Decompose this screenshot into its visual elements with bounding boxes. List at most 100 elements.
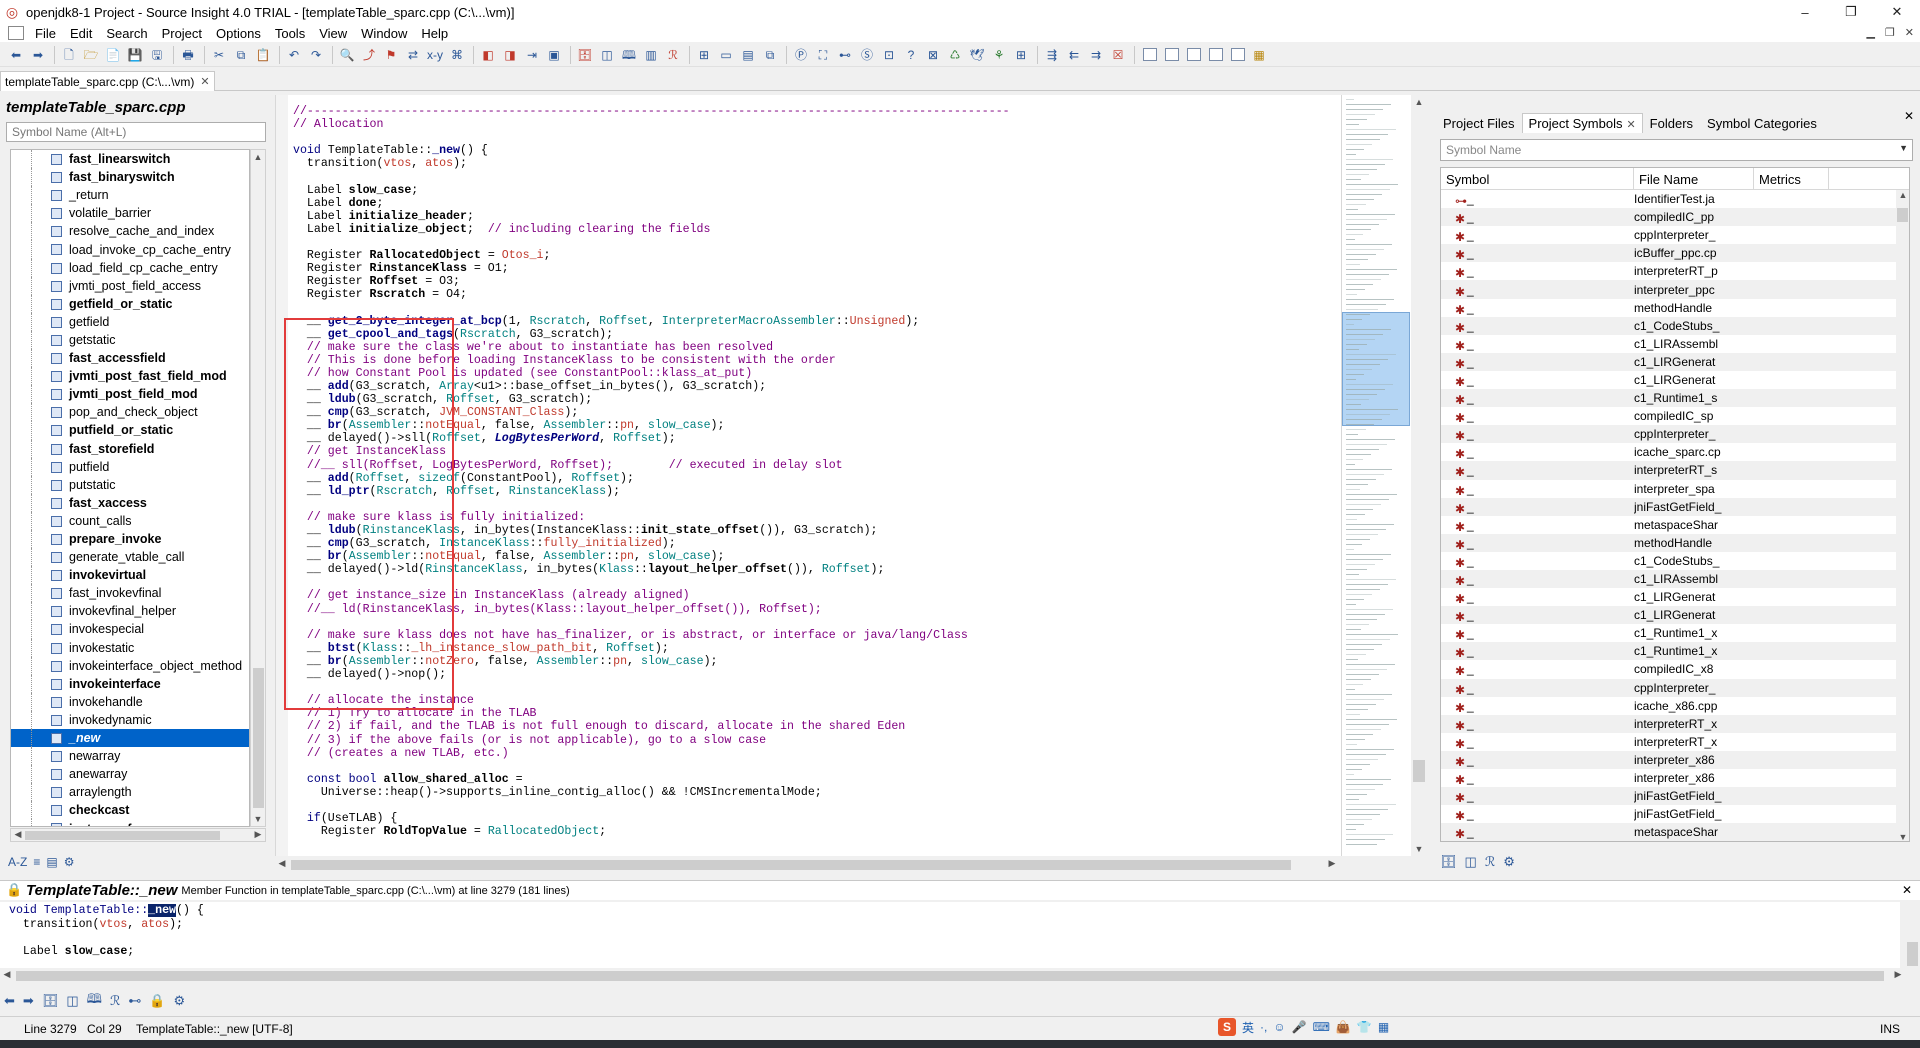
- bookmark-icon[interactable]: ⚑: [381, 46, 401, 64]
- table-row[interactable]: ✱ _ compiledIC_x8: [1441, 660, 1909, 678]
- tab-project-files[interactable]: Project Files: [1436, 113, 1522, 133]
- table-row[interactable]: ✱ _ compiledIC_pp: [1441, 208, 1909, 227]
- symbol-list-item[interactable]: putfield: [11, 457, 249, 476]
- table-row[interactable]: ✱ _ c1_LIRGenerat: [1441, 588, 1909, 606]
- table-row[interactable]: ✱ _ methodHandle: [1441, 299, 1909, 317]
- uncomment-icon[interactable]: ☒: [1108, 46, 1128, 64]
- relation-icon[interactable]: ℛ: [110, 993, 120, 1009]
- close-tab-icon[interactable]: ✕: [200, 75, 209, 88]
- project-files-icon[interactable]: 🕮: [87, 990, 102, 1012]
- table-row[interactable]: ✱ _ c1_LIRGenerat: [1441, 352, 1909, 371]
- tab-project-symbols[interactable]: Project Symbols ✕: [1521, 113, 1643, 133]
- save-icon[interactable]: 💾: [125, 46, 145, 64]
- relation-window-icon[interactable]: ⊷: [835, 46, 855, 64]
- table-row[interactable]: ✱ _ jniFastGetField_: [1441, 497, 1909, 516]
- tree-icon[interactable]: ⚘: [989, 46, 1009, 64]
- bird-icon[interactable]: 🕊: [967, 46, 987, 64]
- ime-voice-icon[interactable]: 🎤: [1292, 1020, 1307, 1034]
- symbol-list-item[interactable]: fast_accessfield: [11, 349, 249, 368]
- scroll-up-icon[interactable]: ▲: [1412, 97, 1426, 107]
- scrollbar-thumb[interactable]: [25, 831, 220, 840]
- menu-project[interactable]: Project: [155, 26, 209, 41]
- table-row[interactable]: ✱ _ interpreterRT_p: [1441, 262, 1909, 280]
- outdent-icon[interactable]: ⇇: [1064, 46, 1084, 64]
- print-icon[interactable]: 🖶: [178, 46, 198, 64]
- symbol-list-item[interactable]: getfield_or_static: [11, 294, 249, 313]
- scrollbar-thumb[interactable]: [16, 971, 1884, 981]
- symbol-list-item[interactable]: anewarray: [11, 765, 249, 784]
- style-c-icon[interactable]: [1187, 48, 1201, 61]
- close-context-icon[interactable]: ✕: [1902, 883, 1912, 897]
- project-icon[interactable]: 🗄: [42, 993, 59, 1009]
- comment-icon[interactable]: ⇉: [1086, 46, 1106, 64]
- window-split-icon[interactable]: ▤: [738, 46, 758, 64]
- symbol-list-item[interactable]: invokeinterface_object_method: [11, 656, 249, 675]
- go-to-line-icon[interactable]: ⇥: [522, 46, 542, 64]
- new-file-icon[interactable]: 🗋: [59, 46, 79, 64]
- scroll-down-icon[interactable]: ▼: [1896, 832, 1909, 841]
- symbol-list-item[interactable]: fast_storefield: [11, 439, 249, 458]
- symbol-list-item[interactable]: invokestatic: [11, 638, 249, 657]
- ime-skin-icon[interactable]: 👕: [1357, 1020, 1372, 1034]
- chevron-down-icon[interactable]: ▼: [1899, 143, 1908, 153]
- clip-icon[interactable]: ⊡: [879, 46, 899, 64]
- table-row[interactable]: ✱ _ compiledIC_sp: [1441, 407, 1909, 425]
- symbol-list-item[interactable]: jvmti_post_field_mod: [11, 385, 249, 404]
- scroll-down-icon[interactable]: ▼: [1412, 844, 1426, 854]
- scrollbar-thumb[interactable]: [1907, 942, 1918, 966]
- replace-files-icon[interactable]: x-y: [425, 46, 445, 64]
- table-row[interactable]: ✱ _ jniFastGetField_: [1441, 805, 1909, 823]
- scroll-left-icon[interactable]: ◀: [0, 969, 14, 980]
- menu-window[interactable]: Window: [354, 26, 414, 41]
- project-icon[interactable]: 🗄: [1440, 854, 1457, 870]
- symbol-list-item[interactable]: _new: [11, 729, 249, 748]
- open-project-icon[interactable]: ◫: [597, 46, 617, 64]
- symbol-list-item[interactable]: generate_vtable_call: [11, 548, 249, 567]
- ime-toolbox-icon[interactable]: 👜: [1336, 1020, 1351, 1034]
- table-row[interactable]: ✱ _ metaspaceShar: [1441, 516, 1909, 534]
- symbol-list-item[interactable]: invokeinterface: [11, 674, 249, 693]
- table-row[interactable]: ✱ _ interpreter_x86: [1441, 769, 1909, 787]
- symbol-search-input[interactable]: Symbol Name (Alt+L): [6, 122, 266, 142]
- scrollbar-thumb[interactable]: [253, 668, 264, 808]
- table-row[interactable]: ✱ _ metaspaceShar: [1441, 823, 1909, 841]
- ime-logo-icon[interactable]: S: [1218, 1018, 1236, 1036]
- next-bookmark-icon[interactable]: ◨: [500, 46, 520, 64]
- window-cascade-icon[interactable]: ⧉: [760, 46, 780, 64]
- table-row[interactable]: ✱ _ interpreter_ppc: [1441, 280, 1909, 299]
- close-panel-icon[interactable]: ✕: [1904, 109, 1914, 123]
- project-files-icon[interactable]: 🕮: [619, 46, 639, 64]
- relation-window-icon[interactable]: ⊷: [128, 993, 141, 1009]
- table-row[interactable]: ✱ _ cppInterpreter_: [1441, 425, 1909, 444]
- scroll-right-icon[interactable]: ▶: [1325, 858, 1339, 869]
- table-row[interactable]: ✱ _ c1_LIRAssembl: [1441, 569, 1909, 589]
- tab-folders[interactable]: Folders: [1643, 113, 1700, 133]
- table-row[interactable]: ✱ _ icache_x86.cpp: [1441, 697, 1909, 715]
- symbol-window-icon[interactable]: Ⓟ: [791, 46, 811, 64]
- symbol-list-item[interactable]: jvmti_post_fast_field_mod: [11, 367, 249, 386]
- table-row[interactable]: ✱ _ icache_sparc.cp: [1441, 443, 1909, 461]
- symbol-list-item[interactable]: fast_invokevfinal: [11, 584, 249, 603]
- scrollbar-thumb[interactable]: [1413, 760, 1425, 782]
- close-tab-icon[interactable]: ✕: [1626, 119, 1635, 131]
- menu-options[interactable]: Options: [209, 26, 268, 41]
- sort-az-button[interactable]: A-Z: [8, 855, 27, 869]
- project-symbol-search-input[interactable]: Symbol Name ▼: [1440, 139, 1913, 161]
- doc-close-button[interactable]: ✕: [1905, 24, 1914, 42]
- table-row[interactable]: ✱ _ interpreterRT_x: [1441, 714, 1909, 733]
- minimize-button[interactable]: –: [1782, 0, 1828, 24]
- lock-icon[interactable]: 🔒: [149, 993, 165, 1009]
- scroll-right-icon[interactable]: ▶: [1891, 969, 1905, 980]
- symbol-list-item[interactable]: _return: [11, 186, 249, 205]
- table-row[interactable]: ✱ _ interpreter_x86: [1441, 750, 1909, 769]
- settings-gear-icon[interactable]: ⚙: [1503, 854, 1515, 870]
- symbol-list-item[interactable]: invokevirtual: [11, 566, 249, 585]
- style-b-icon[interactable]: [1165, 48, 1179, 61]
- open-folder-icon[interactable]: 🗁: [81, 46, 101, 64]
- menu-file[interactable]: File: [28, 26, 63, 41]
- scroll-left-icon[interactable]: ◀: [11, 829, 25, 840]
- lookup-icon[interactable]: ⌘: [447, 46, 467, 64]
- project-icon[interactable]: 🗄: [575, 46, 595, 64]
- symbol-list-item[interactable]: fast_linearswitch: [11, 150, 249, 169]
- doc-restore-button[interactable]: ❐: [1885, 24, 1895, 42]
